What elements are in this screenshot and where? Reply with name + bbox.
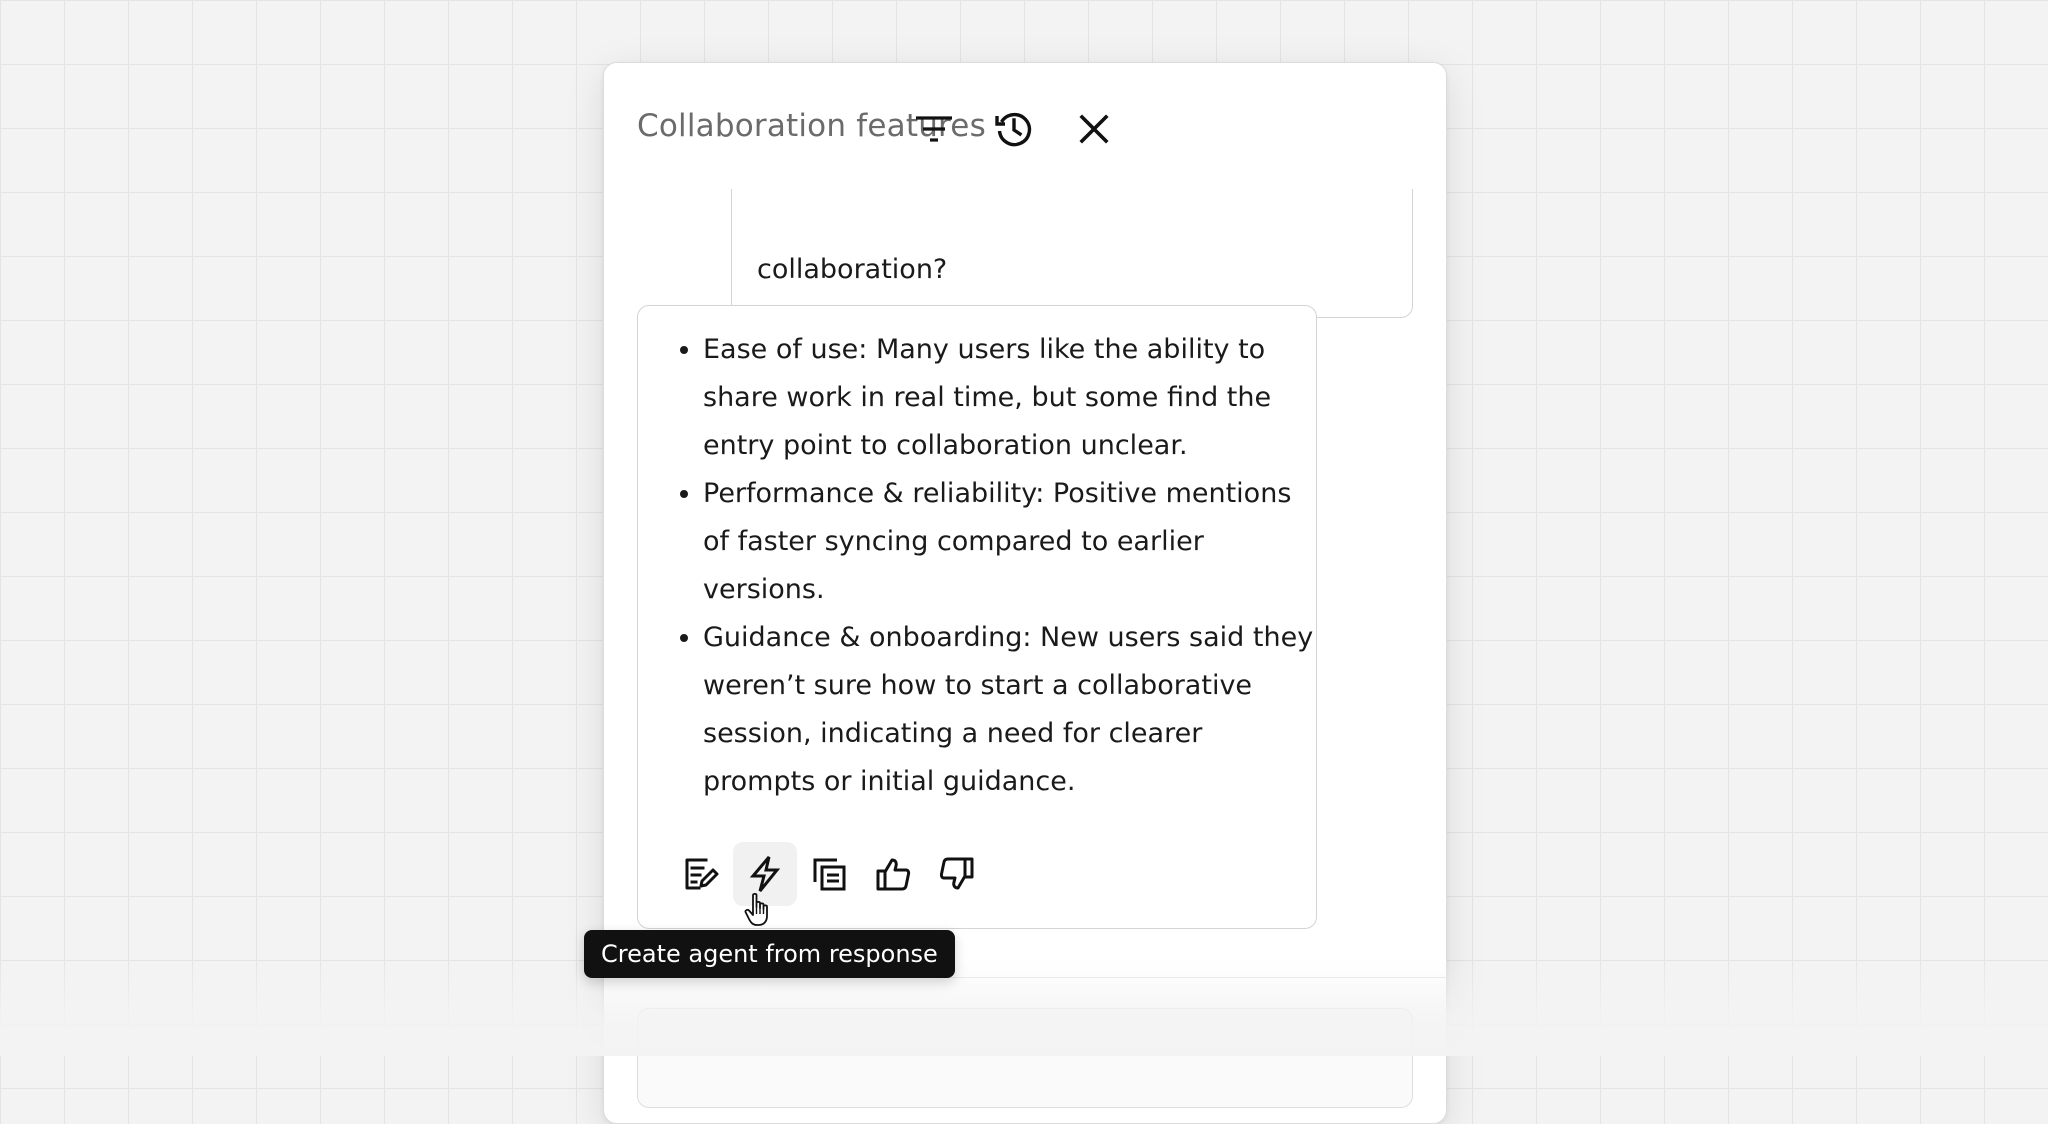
copy-icon: [813, 858, 846, 891]
thumbs-down-icon: [939, 857, 974, 890]
response-item: Guidance & onboarding: New users said th…: [703, 614, 1323, 806]
assistant-response-card: Ease of use: Many users like the ability…: [637, 305, 1317, 929]
edit-note-icon: [685, 858, 719, 890]
response-list: Ease of use: Many users like the ability…: [670, 326, 1323, 806]
close-icon: [1079, 114, 1109, 144]
history-button[interactable]: [986, 101, 1042, 157]
filter-button[interactable]: [906, 101, 962, 157]
hand-pointer-cursor-icon: [744, 892, 768, 926]
thumbs-up-icon: [876, 858, 911, 891]
response-item: Performance & reliability: Positive ment…: [703, 470, 1323, 614]
history-icon: [995, 112, 1032, 147]
lightning-icon: [749, 856, 781, 892]
user-message-text: collaboration?: [757, 254, 948, 285]
action-tooltip: Create agent from response: [584, 930, 955, 978]
edit-note-button[interactable]: [669, 842, 733, 906]
message-input[interactable]: [637, 1008, 1413, 1108]
thumbs-down-button[interactable]: [925, 842, 989, 906]
thumbs-up-button[interactable]: [861, 842, 925, 906]
close-button[interactable]: [1066, 101, 1122, 157]
filter-icon: [916, 116, 952, 142]
copy-button[interactable]: [797, 842, 861, 906]
response-actions: [669, 842, 989, 906]
response-item: Ease of use: Many users like the ability…: [703, 326, 1323, 470]
panel-header: Collaboration features: [604, 63, 1446, 189]
